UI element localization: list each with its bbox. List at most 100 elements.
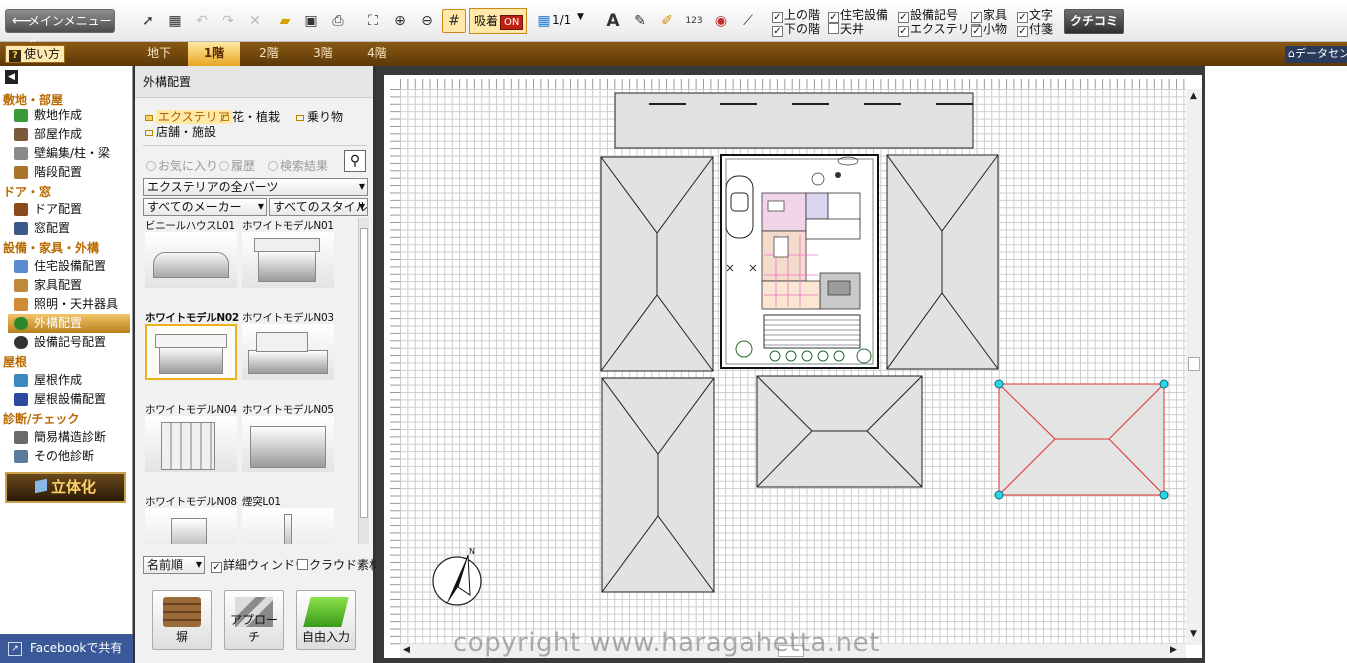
pen-icon[interactable]: ✎ (628, 9, 652, 33)
style-select[interactable]: すべてのスタイル ▼ (269, 198, 368, 216)
help-button[interactable]: ? 使い方 (5, 45, 65, 63)
print-icon[interactable]: ⎙ (326, 9, 350, 33)
sidebar-item-stairs[interactable]: 階段配置 (8, 163, 130, 182)
text-icon[interactable]: A (601, 9, 625, 33)
checkbox-text[interactable]: ✓ 文字 (1017, 8, 1053, 23)
sidebar-item-wall[interactable]: 壁編集/柱・梁 (8, 144, 130, 163)
zoom-in-icon[interactable]: ⊕ (388, 9, 412, 33)
tab-floor-1[interactable]: 1階 (188, 42, 240, 66)
neighbor-roof-center-bottom[interactable] (756, 375, 923, 488)
floor-plan-canvas[interactable]: N ▲ ▼ ◀ ▶ (384, 75, 1202, 658)
collapse-sidebar-icon[interactable]: ◀ (5, 70, 18, 84)
redo-icon[interactable]: ↷ (216, 9, 240, 33)
sidebar-item-door[interactable]: ドア配置 (8, 200, 130, 219)
magnet-toggle[interactable]: 吸着 ON (469, 8, 527, 34)
undo-icon[interactable]: ↶ (190, 9, 214, 33)
checkbox-exterior[interactable]: ✓ エクステリア (898, 22, 982, 37)
approach-button[interactable]: アプローチ (224, 590, 284, 650)
cloud-material-checkbox[interactable]: クラウド素材 (297, 556, 381, 574)
scrollbar-thumb[interactable] (1188, 357, 1200, 371)
scroll-down-icon[interactable]: ▼ (1190, 629, 1197, 639)
fence-button[interactable]: 塀 (152, 590, 212, 650)
highlighter-icon[interactable]: ✐ (655, 9, 679, 33)
filter-favorites[interactable]: お気に入り (146, 157, 218, 174)
ruler-icon[interactable]: ⟋ (736, 9, 760, 33)
list-item[interactable]: ホワイトモデルN08 (143, 494, 239, 544)
checkbox-sticky-note[interactable]: ✓ 付箋 (1017, 22, 1053, 37)
kuchikomi-button[interactable]: クチコミ (1064, 9, 1124, 34)
checkbox-equipment-symbols[interactable]: ✓ 設備記号 (898, 8, 958, 23)
compass-icon[interactable]: ◉ (709, 9, 733, 33)
detail-window-checkbox[interactable]: ✓ 詳細ウィンドウ (211, 556, 307, 574)
parts-scrollbar[interactable] (358, 218, 369, 544)
select-arrow-icon[interactable]: ➚ (136, 9, 160, 33)
star-icon (146, 161, 156, 171)
fit-view-icon[interactable]: ⛶ (361, 9, 385, 33)
sidebar-item-site[interactable]: 敷地作成 (8, 106, 130, 125)
selected-roof[interactable] (994, 379, 1169, 500)
sidebar-item-structure-check[interactable]: 簡易構造診断 (8, 428, 130, 447)
facebook-share-button[interactable]: ↗ Facebookで共有 (0, 634, 133, 663)
neighbor-roof-right-top[interactable] (886, 154, 999, 370)
sort-select[interactable]: 名前順 ▼ (143, 556, 205, 574)
checkbox-housing-equipment[interactable]: ✓ 住宅設備 (828, 8, 888, 23)
checkbox-ceiling[interactable]: 天井 (828, 22, 864, 36)
tab-floor-3[interactable]: 3階 (297, 42, 349, 66)
folder-shops[interactable]: 店舗・施設 (145, 123, 216, 140)
part-thumbnail (145, 232, 237, 288)
sidebar-item-housing-equipment[interactable]: 住宅設備配置 (8, 257, 130, 276)
checkbox-lower-floor[interactable]: ✓ 下の階 (772, 22, 820, 37)
plan-drawing[interactable]: N (384, 75, 1202, 658)
house-floor-plan[interactable] (720, 154, 879, 369)
scroll-left-icon[interactable]: ◀ (403, 645, 410, 655)
scroll-up-icon[interactable]: ▲ (1190, 91, 1197, 101)
neighbor-roof-left-bottom[interactable] (601, 377, 715, 593)
dimension-icon[interactable]: 123 (682, 9, 706, 33)
3d-view-button[interactable]: 立体化 (5, 472, 126, 503)
filter-search-results[interactable]: 検索結果 (268, 157, 328, 174)
sidebar-item-other-check[interactable]: その他診断 (8, 447, 130, 466)
list-item[interactable]: ビニールハウスL01 (143, 218, 239, 306)
list-item[interactable]: ホワイトモデルN03 (240, 310, 336, 398)
checkbox-upper-floor[interactable]: ✓ 上の階 (772, 8, 820, 23)
maker-select[interactable]: すべてのメーカー ▼ (143, 198, 267, 216)
neighbor-roof-left-top[interactable] (600, 156, 714, 372)
folder-vehicles[interactable]: 乗り物 (296, 108, 343, 125)
list-item[interactable]: ホワイトモデルN05 (240, 402, 336, 490)
chevron-down-icon[interactable]: ▼ (577, 12, 584, 22)
scrollbar-thumb[interactable] (360, 228, 368, 518)
search-icon[interactable]: ⚲ (344, 150, 366, 172)
north-compass[interactable]: N (432, 547, 482, 606)
vertical-scrollbar[interactable]: ▲ ▼ (1186, 89, 1202, 645)
sidebar-item-equipment-symbols[interactable]: 設備記号配置 (8, 333, 130, 352)
datacenter-button[interactable]: ⌂データセンタ (1285, 46, 1347, 63)
grid-toggle-icon[interactable]: # (442, 9, 466, 33)
tab-floor-2[interactable]: 2階 (243, 42, 295, 66)
sidebar-item-window[interactable]: 窓配置 (8, 219, 130, 238)
category-select[interactable]: エクステリアの全パーツ ▼ (143, 178, 368, 196)
checkbox-furniture[interactable]: ✓ 家具 (971, 8, 1007, 23)
free-input-button[interactable]: 自由入力 (296, 590, 356, 650)
scroll-right-icon[interactable]: ▶ (1170, 645, 1177, 655)
main-menu-button[interactable]: ⟵ メインメニューへ (5, 9, 115, 50)
multi-select-icon[interactable]: ▦ (163, 9, 187, 33)
list-item[interactable]: 煙突L01 (240, 494, 336, 544)
filter-history[interactable]: 履歴 (219, 157, 255, 174)
sidebar-item-roof[interactable]: 屋根作成 (8, 371, 130, 390)
sidebar-item-lighting[interactable]: 照明・天井器具 (8, 295, 130, 314)
list-item[interactable]: ホワイトモデルN01 (240, 218, 336, 306)
checkbox-accessories[interactable]: ✓ 小物 (971, 22, 1007, 37)
sidebar-item-roof-equipment[interactable]: 屋根設備配置 (8, 390, 130, 409)
sidebar-item-room[interactable]: 部屋作成 (8, 125, 130, 144)
tab-floor-4[interactable]: 4階 (351, 42, 403, 66)
list-item[interactable]: ホワイトモデルN02 (143, 310, 239, 398)
folder-plants[interactable]: 花・植栽 (221, 108, 280, 125)
save-icon[interactable]: ▣ (299, 9, 323, 33)
delete-icon[interactable]: ✕ (243, 9, 267, 33)
sidebar-item-furniture[interactable]: 家具配置 (8, 276, 130, 295)
tab-basement[interactable]: 地下 (133, 42, 185, 66)
open-folder-icon[interactable]: ▰ (273, 9, 297, 33)
list-item[interactable]: ホワイトモデルN04 (143, 402, 239, 490)
sidebar-item-exterior[interactable]: 外構配置 (8, 314, 130, 333)
zoom-out-icon[interactable]: ⊖ (415, 9, 439, 33)
